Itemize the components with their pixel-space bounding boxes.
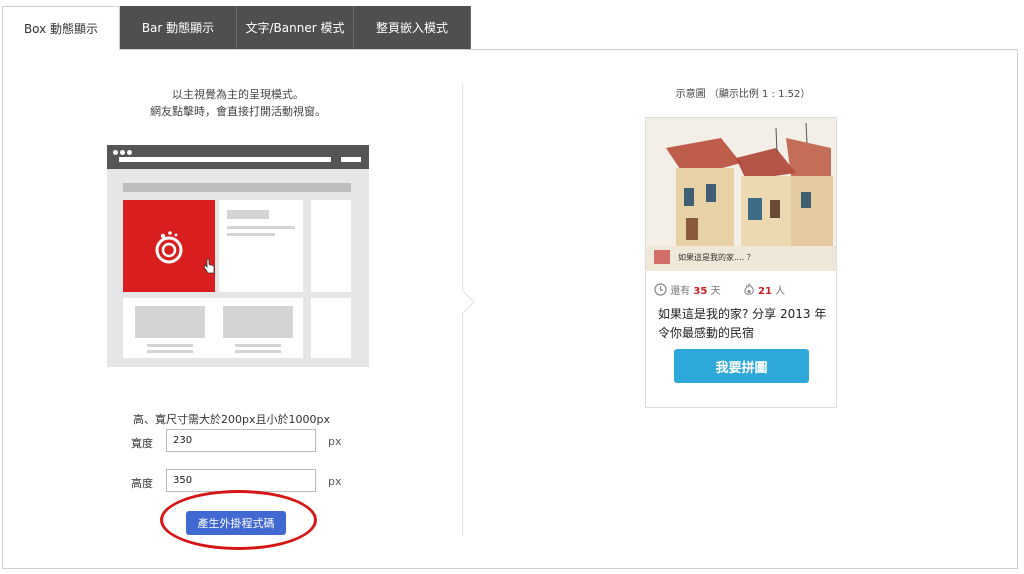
placeholder-line	[147, 350, 193, 353]
content-panel: 以主視覺為主的呈現模式。 網友點擊時，會直接打開活動視窗。 高、寬尺寸需大於20…	[2, 49, 1018, 569]
placeholder-line	[235, 350, 281, 353]
height-unit: px	[328, 475, 342, 488]
address-bar	[119, 157, 331, 162]
mode-description: 以主視覺為主的呈現模式。 網友點擊時，會直接打開活動視窗。	[103, 86, 373, 120]
tab-full-page[interactable]: 整頁嵌入模式	[354, 6, 471, 49]
tab-bar-mode[interactable]: Bar 動態顯示	[120, 6, 237, 49]
window-dot	[120, 150, 125, 155]
days-suffix: 天	[710, 286, 721, 297]
placeholder-line	[227, 226, 295, 229]
days-prefix: 還有	[670, 286, 691, 297]
placeholder-image	[135, 306, 205, 338]
size-constraint-note: 高、寬尺寸需大於200px且小於1000px	[133, 413, 330, 426]
preview-caption: 示意圖 （顯示比例 1 : 1.52）	[675, 89, 811, 100]
description-line-1: 以主視覺為主的呈現模式。	[172, 88, 304, 101]
card-stats: 還有 35 天 21 人	[654, 282, 785, 297]
description-line-2: 網友點擊時，會直接打開活動視窗。	[150, 105, 326, 118]
logo-swirl-icon	[155, 231, 183, 264]
width-label: 寬度	[131, 437, 153, 450]
browser-illustration	[107, 145, 369, 367]
image-caption: 如果這是我的家.... ？	[678, 253, 755, 262]
card-image[interactable]: 如果這是我的家.... ？	[646, 118, 836, 271]
placeholder-line	[147, 344, 193, 347]
height-input[interactable]	[166, 469, 316, 492]
tab-text-banner[interactable]: 文字/Banner 模式	[237, 6, 354, 49]
placeholder-line	[235, 344, 281, 347]
clock-icon	[654, 283, 667, 296]
arrow-right-icon	[462, 290, 475, 314]
placeholder-image	[223, 306, 293, 338]
stamp	[654, 250, 670, 264]
box-widget-highlight	[123, 200, 215, 292]
browser-titlebar	[107, 145, 369, 169]
width-input[interactable]	[166, 429, 316, 452]
header-strip	[123, 183, 351, 192]
tab-box[interactable]: Box 動態顯示	[2, 6, 120, 50]
tab-bar: Box 動態顯示 Bar 動態顯示 文字/Banner 模式 整頁嵌入模式	[2, 6, 471, 50]
preview-card: 如果這是我的家.... ？ 還有 35 天 21 人 如果這是我的家? 分享 2…	[645, 117, 837, 408]
generate-code-button[interactable]: 產生外掛程式碼	[186, 511, 286, 535]
people-suffix: 人	[775, 286, 786, 297]
people-value: 21	[758, 286, 772, 297]
height-label: 高度	[131, 477, 153, 490]
side-block	[311, 200, 351, 292]
placeholder-line	[227, 233, 275, 236]
placeholder-bar	[227, 210, 269, 219]
card-title[interactable]: 如果這是我的家? 分享 2013 年令你最感動的民宿	[658, 305, 828, 343]
content-block	[219, 200, 303, 292]
bottom-block	[123, 298, 303, 358]
join-puzzle-button[interactable]: 我要拼圖	[674, 349, 809, 383]
window-dot	[127, 150, 132, 155]
days-value: 35	[693, 286, 708, 297]
window-dot	[113, 150, 118, 155]
flame-icon	[744, 282, 754, 295]
width-unit: px	[328, 435, 342, 448]
cursor-hand-icon	[203, 258, 215, 274]
watercolor-house-illustration	[646, 118, 836, 271]
browser-button	[341, 157, 361, 162]
side-block	[311, 298, 351, 358]
